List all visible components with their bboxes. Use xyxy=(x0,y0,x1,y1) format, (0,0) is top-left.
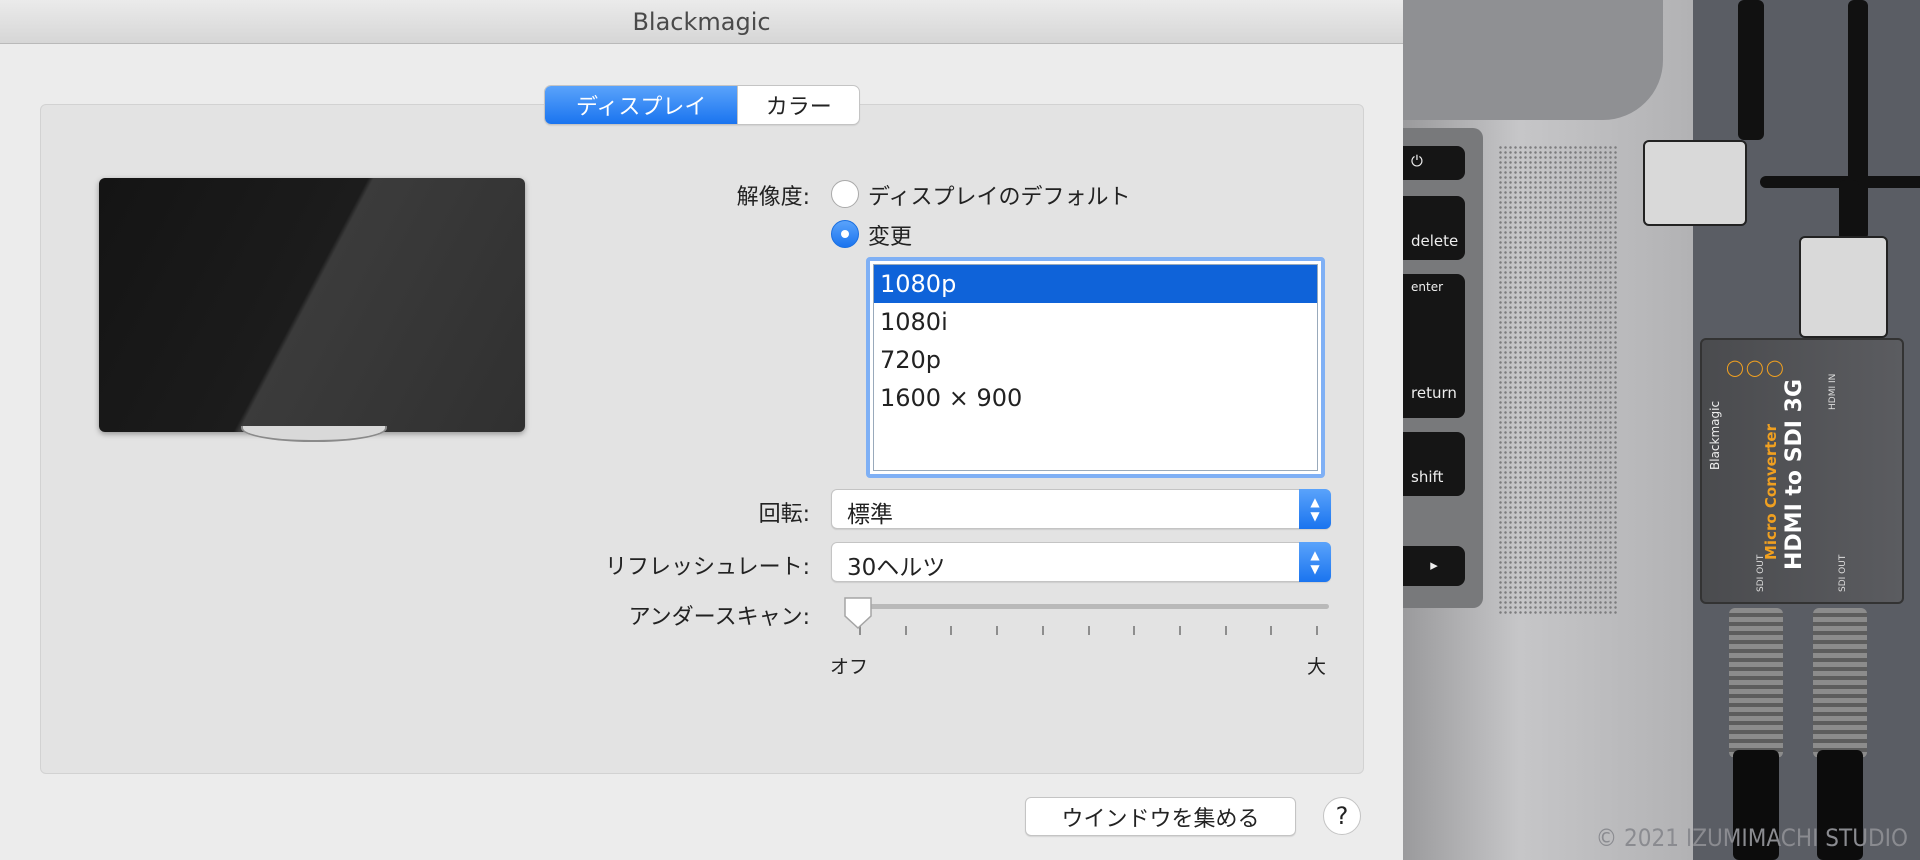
list-item[interactable]: 1080i xyxy=(874,303,1317,341)
slider-tick xyxy=(996,626,999,635)
device-brand: Blackmagic xyxy=(1708,400,1722,470)
underscan-max-label: 大 xyxy=(1307,656,1327,678)
cable xyxy=(1738,0,1764,140)
refresh-rate-label: リフレッシュレート: xyxy=(605,555,810,580)
up-down-chevron-icon: ▲ ▼ xyxy=(1299,489,1331,529)
converter-device: ◯◯◯ Blackmagic Micro Converter HDMI to S… xyxy=(1700,338,1904,604)
help-button[interactable]: ? xyxy=(1323,797,1361,835)
slider-tick xyxy=(1041,626,1044,635)
rotation-label: 回転: xyxy=(758,502,810,527)
device-port-hdmi: HDMI IN xyxy=(1828,373,1838,410)
bnc-connector-icon xyxy=(1813,608,1867,758)
window-title: Blackmagic xyxy=(632,8,771,36)
hdmi-plug-icon xyxy=(1799,236,1888,338)
display-illustration xyxy=(99,178,525,448)
laptop-corner xyxy=(1403,0,1663,120)
radio-default-resolution[interactable] xyxy=(831,180,859,208)
list-item[interactable]: 720p xyxy=(874,341,1317,379)
underscan-label: アンダースキャン: xyxy=(628,605,810,630)
device-port-sdi-1: SDI OUT xyxy=(1756,554,1766,592)
power-key-icon: ⏻ xyxy=(1403,146,1465,180)
slider-tick xyxy=(1316,626,1318,635)
tv-stand-icon xyxy=(241,426,387,442)
key-shift: shift xyxy=(1403,432,1465,496)
refresh-rate-value: 30ヘルツ xyxy=(847,555,946,581)
hdmi-plug-icon xyxy=(1643,140,1747,226)
segmented-tabs: ディスプレイ カラー xyxy=(544,85,860,125)
rotation-popup[interactable]: 標準 ▲ ▼ xyxy=(831,489,1331,529)
slider-tick xyxy=(1270,626,1273,635)
radio-scaled-resolution[interactable] xyxy=(831,220,859,248)
slider-tick xyxy=(1087,626,1090,635)
copyright-text: © 2021 IZUMIMACHI STUDIO xyxy=(1595,824,1908,852)
list-item[interactable]: 1080p xyxy=(874,265,1317,303)
title-bar[interactable]: Blackmagic xyxy=(0,0,1403,44)
radio-default-resolution-label: ディスプレイのデフォルト xyxy=(868,185,1131,210)
key-enter: enter return xyxy=(1403,274,1465,418)
device-name-line2: HDMI to SDI 3G xyxy=(1782,378,1807,570)
slider-tick xyxy=(904,626,907,635)
key-return-label: return xyxy=(1411,384,1457,402)
bnc-connector-icon xyxy=(1729,608,1783,758)
resolution-list[interactable]: 1080p 1080i 720p 1600 × 900 xyxy=(866,257,1325,478)
key-arrow: ▸ xyxy=(1403,546,1465,586)
key-enter-label: enter xyxy=(1411,280,1444,294)
slider-tick xyxy=(1178,626,1181,635)
refresh-rate-popup[interactable]: 30ヘルツ ▲ ▼ xyxy=(831,542,1331,582)
rotation-value: 標準 xyxy=(847,502,893,528)
key-delete: delete xyxy=(1403,196,1465,260)
list-item[interactable]: 1600 × 900 xyxy=(874,379,1317,417)
tab-display[interactable]: ディスプレイ xyxy=(545,86,738,124)
device-photo: ⏻ delete enter return shift ▸ ◯◯◯ Blackm… xyxy=(1403,0,1920,860)
display-preferences-window: Blackmagic ディスプレイ カラー 解像度: ディスプレイのデフォルト … xyxy=(0,0,1403,860)
up-down-chevron-icon: ▲ ▼ xyxy=(1299,542,1331,582)
slider-tick xyxy=(950,626,953,635)
resolution-label: 解像度: xyxy=(736,185,810,210)
underscan-slider-thumb[interactable] xyxy=(842,596,874,630)
device-name-line1: Micro Converter xyxy=(1762,424,1780,560)
slider-tick xyxy=(1133,626,1136,635)
radio-scaled-resolution-label: 変更 xyxy=(868,225,913,250)
device-port-sdi-2: SDI OUT xyxy=(1838,554,1848,592)
tab-color[interactable]: カラー xyxy=(737,86,859,124)
underscan-slider-track[interactable] xyxy=(845,604,1329,609)
gather-windows-button[interactable]: ウインドウを集める xyxy=(1025,797,1296,836)
underscan-min-label: オフ xyxy=(830,656,869,678)
slider-tick xyxy=(1224,626,1227,635)
speaker-grille xyxy=(1498,145,1618,615)
tv-screen-icon xyxy=(99,178,525,432)
